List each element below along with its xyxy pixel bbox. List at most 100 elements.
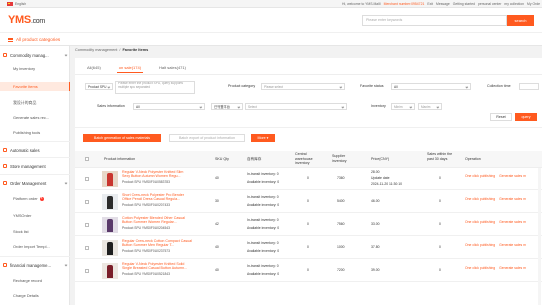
more-button[interactable]: More ▾ <box>251 134 275 142</box>
exit-link[interactable]: Exit <box>427 2 433 6</box>
table-row: Regular Crew-neck Cotton Compact Casual … <box>75 237 542 259</box>
row-checkbox[interactable] <box>85 269 89 273</box>
my-collection-link[interactable]: my collection <box>504 2 524 6</box>
tab-all[interactable]: All(645) <box>85 64 103 73</box>
table-row: Regular V-Neck Polyester Knitted Solid S… <box>75 260 542 282</box>
select-all-checkbox[interactable] <box>85 157 89 161</box>
generate-sales-link[interactable]: Generate sales m <box>499 174 526 178</box>
logo[interactable]: YMS.com <box>8 14 45 26</box>
tab-divider <box>75 74 542 75</box>
reset-button[interactable]: Reset <box>490 113 512 121</box>
sidebar-divider <box>0 157 70 158</box>
available-inventory: Available inventory: 0 <box>247 203 280 207</box>
product-thumbnail[interactable] <box>102 240 118 256</box>
favorite-status-select[interactable]: All <box>391 83 471 90</box>
collection-time-picker[interactable] <box>519 83 539 90</box>
one-click-publishing-link[interactable]: One click publishing <box>465 243 495 247</box>
sidebar-item-my-inventory[interactable]: My inventory <box>0 64 70 73</box>
batch-export-button[interactable]: Batch export of product information <box>169 134 245 142</box>
inventory-min-input[interactable]: Minim <box>391 103 415 110</box>
sidebar-divider <box>0 141 70 142</box>
product-thumbnail[interactable] <box>102 194 118 210</box>
breadcrumb-item[interactable]: Commodity management <box>75 46 117 55</box>
chevron-down-icon <box>466 85 469 88</box>
sidebar-divider <box>0 256 70 257</box>
product-name-link[interactable]: Regular Crew-neck Cotton Compact Casual … <box>122 239 192 248</box>
sidebar-group-store-management[interactable]: Store management <box>0 161 70 171</box>
central-inventory: 0 <box>307 222 309 226</box>
generate-sales-link[interactable]: Generate sales m <box>499 243 526 247</box>
category-bar: All product categories <box>0 32 542 46</box>
row-checkbox[interactable] <box>85 223 89 227</box>
all-categories-button[interactable]: All product categories <box>8 37 60 42</box>
content-panel: All(645) on sale(174) Halt sales(471) Pr… <box>75 58 542 305</box>
sidebar-item-my-designs[interactable]: 我设计的商品 <box>0 98 70 107</box>
query-button[interactable]: query <box>515 113 537 121</box>
all-categories-label: All product categories <box>16 37 61 42</box>
sales-30-days: 0 <box>439 176 441 180</box>
one-click-publishing-link[interactable]: One click publishing <box>465 220 495 224</box>
sidebar-item-platform-order[interactable]: Platform order 5 <box>0 194 70 203</box>
product-thumbnail[interactable] <box>102 171 118 187</box>
product-name-link[interactable]: Regular V-Neck Polyester Knitted Solid S… <box>122 262 192 271</box>
sidebar-item-order-import-template[interactable]: Order Import Templ... <box>0 242 70 251</box>
merchant-number-link[interactable]: Merchant number:0954721 <box>384 2 425 6</box>
sidebar-item-stock-list[interactable]: Stock list <box>0 227 70 236</box>
generate-sales-link[interactable]: Generate sales m <box>499 220 526 224</box>
product-name-link[interactable]: Regular V-Neck Polyester Knitted Slim Se… <box>122 170 192 179</box>
breadcrumb-current: Favorite Items <box>122 48 149 52</box>
sales-information-select[interactable]: All <box>133 103 205 110</box>
generate-sales-link[interactable]: Generate sales m <box>499 197 526 201</box>
product-name-link[interactable]: Short Crew-neck Polyester Pro Bender Off… <box>122 193 192 202</box>
sidebar-item-generate-sales[interactable]: Generate sales rec... <box>0 113 70 122</box>
price-value: 46.00 <box>371 199 380 203</box>
row-checkbox[interactable] <box>85 177 89 181</box>
platform-value-select[interactable]: Select <box>245 103 347 110</box>
search-button[interactable]: search <box>507 15 534 26</box>
status-tabs: All(645) on sale(174) Halt sales(471) <box>85 64 188 73</box>
product-category-select[interactable]: Please select <box>261 83 345 90</box>
spu-type-select[interactable]: Product SPU <box>85 83 113 90</box>
tab-halt-sales[interactable]: Halt sales(471) <box>157 64 188 73</box>
row-operations: One click publishing Generate sales m <box>465 266 526 270</box>
in-transit-inventory: In-transit inventory: 0 <box>247 195 279 199</box>
row-checkbox[interactable] <box>85 246 89 250</box>
platform-select[interactable]: 已刊登平台 <box>211 103 243 110</box>
personal-center-link[interactable]: personal center <box>478 2 501 6</box>
batch-generate-button[interactable]: Batch generation of sales materials <box>83 134 161 142</box>
one-click-publishing-link[interactable]: One click publishing <box>465 197 495 201</box>
search-input[interactable]: Please enter keywords <box>362 15 507 26</box>
product-name-link[interactable]: Cotton Polyester Blended Other Casual Bu… <box>122 216 192 225</box>
table-scrollbar[interactable] <box>538 168 541 305</box>
one-click-publishing-link[interactable]: One click publishing <box>465 266 495 270</box>
message-link[interactable]: Message <box>436 2 450 6</box>
generate-sales-link[interactable]: Generate sales m <box>499 266 526 270</box>
central-inventory: 0 <box>307 268 309 272</box>
sidebar-item-yms-order[interactable]: YMSOrder <box>0 211 70 220</box>
product-thumbnail[interactable] <box>102 263 118 279</box>
sidebar-item-favorite-items[interactable]: Favorite Items <box>0 82 70 91</box>
spu-query-input[interactable]: Please enter the product SPU, query supp… <box>115 81 195 94</box>
sidebar-item-publishing-tools[interactable]: Publishing tools <box>0 128 70 137</box>
inventory-min-placeholder: Minim <box>394 105 403 109</box>
my-orders-link[interactable]: My Orde <box>527 2 540 6</box>
sidebar-group-commodity[interactable]: Commodity manag... <box>0 50 70 60</box>
language-selector[interactable]: English <box>7 2 26 6</box>
sidebar-group-financial[interactable]: financial manageme... <box>0 260 70 270</box>
in-transit-inventory: In-transit inventory: 0 <box>247 172 279 176</box>
one-click-publishing-link[interactable]: One click publishing <box>465 174 495 178</box>
logo-suffix: .com <box>30 18 45 25</box>
tab-on-sale[interactable]: on sale(174) <box>116 64 144 73</box>
inventory-max-input[interactable]: Maxim <box>418 103 442 110</box>
table-row: Regular V-Neck Polyester Knitted Slim Se… <box>75 168 542 190</box>
col-product-info: Product information <box>104 157 136 161</box>
sidebar-group-automatic-sales[interactable]: Automatic sales <box>0 145 70 155</box>
product-thumbnail[interactable] <box>102 217 118 233</box>
sidebar-group-order-management[interactable]: Order Management <box>0 178 70 188</box>
row-checkbox[interactable] <box>85 200 89 204</box>
sidebar-item-charge-details[interactable]: Charge Details <box>0 291 70 300</box>
table-header: Product information SKU Qty 自有库存 Central… <box>75 151 542 168</box>
supplier-inventory: 7200 <box>337 268 345 272</box>
sidebar-item-recharge-record[interactable]: Recharge record <box>0 276 70 285</box>
getting-started-link[interactable]: Getting started <box>453 2 475 6</box>
